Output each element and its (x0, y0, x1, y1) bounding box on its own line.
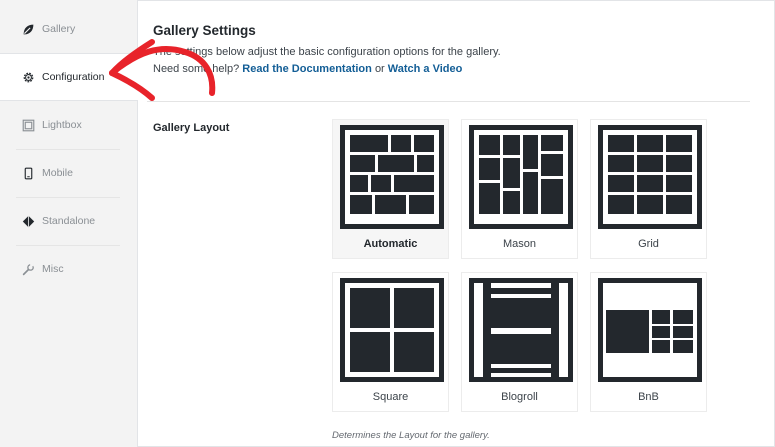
mason-layout-icon (469, 125, 573, 229)
sidebar-item-lightbox[interactable]: Lightbox (0, 101, 137, 149)
layout-option-bnb[interactable]: BnB (590, 272, 707, 412)
page-title: Gallery Settings (153, 23, 256, 38)
gallery-layout-label: Gallery Layout (153, 122, 230, 134)
blogroll-layout-icon (469, 278, 573, 382)
wrench-icon (22, 263, 35, 276)
bnb-layout-icon (598, 278, 702, 382)
layout-option-automatic[interactable]: Automatic (332, 119, 449, 259)
layout-label: Grid (638, 238, 659, 250)
settings-sidebar: Gallery Configuration Lightbox Mobile St… (0, 0, 138, 447)
layout-help-text: Determines the Layout for the gallery. (332, 430, 490, 441)
section-divider (147, 101, 750, 102)
sidebar-item-label: Lightbox (42, 119, 82, 131)
automatic-layout-icon (340, 125, 444, 229)
layout-label: Automatic (363, 238, 418, 250)
sidebar-item-label: Gallery (42, 23, 76, 35)
layout-label: Square (372, 391, 409, 403)
sidebar-item-gallery[interactable]: Gallery (0, 5, 137, 53)
leaf-icon (22, 23, 35, 36)
help-line: Need some help? Read the Documentation o… (153, 63, 462, 75)
video-link[interactable]: Watch a Video (388, 63, 463, 75)
sidebar-item-label: Configuration (42, 71, 105, 83)
help-or: or (374, 63, 385, 75)
page-description: The settings below adjust the basic conf… (153, 46, 501, 58)
layout-option-grid[interactable]: Grid (590, 119, 707, 259)
layout-label: BnB (638, 391, 659, 403)
layout-option-blogroll[interactable]: Blogroll (461, 272, 578, 412)
documentation-link[interactable]: Read the Documentation (242, 63, 372, 75)
layout-option-square[interactable]: Square (332, 272, 449, 412)
sidebar-item-mobile[interactable]: Mobile (0, 149, 137, 197)
mobile-icon (22, 167, 35, 180)
sidebar-item-label: Standalone (42, 215, 96, 227)
layout-label: Mason (502, 238, 537, 250)
grid-layout-icon (598, 125, 702, 229)
sidebar-item-misc[interactable]: Misc (0, 245, 137, 293)
sidebar-item-label: Mobile (42, 167, 73, 179)
layout-option-mason[interactable]: Mason (461, 119, 578, 259)
lightbox-icon (22, 119, 35, 132)
square-layout-icon (340, 278, 444, 382)
gear-icon (22, 71, 35, 84)
sidebar-item-label: Misc (42, 263, 64, 275)
sidebar-item-configuration[interactable]: Configuration (0, 53, 138, 101)
sidebar-item-standalone[interactable]: Standalone (0, 197, 137, 245)
layout-label: Blogroll (501, 391, 538, 403)
diamond-icon (22, 215, 35, 228)
help-prefix: Need some help? (153, 63, 240, 75)
